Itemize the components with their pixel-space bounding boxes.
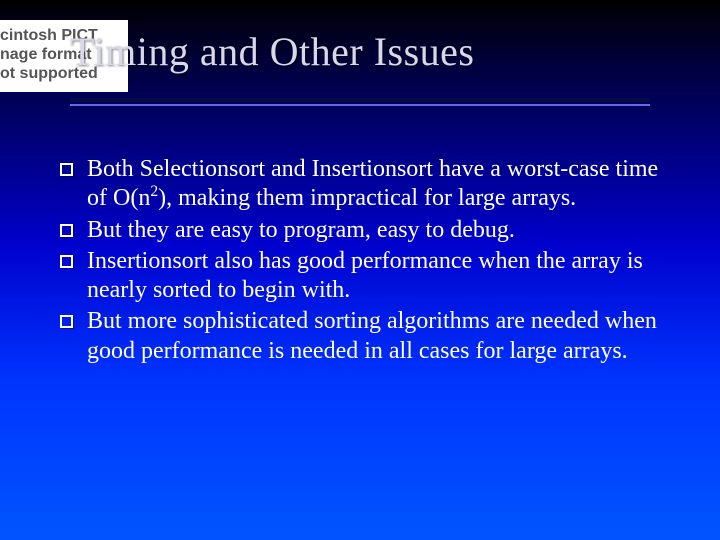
text-pre: But more sophisticated sorting algorithm… [87,308,657,363]
bullet-text: Insertionsort also has good performance … [87,247,675,306]
bullet-square-icon [60,163,73,176]
bullet-square-icon [60,255,73,268]
bullet-text: But they are easy to program, easy to de… [87,216,675,245]
slide-title: Timing and Other Issues [70,28,474,75]
text-post: ), making them impractical for large arr… [158,185,576,211]
text-pre: But they are easy to program, easy to de… [87,217,515,243]
bullet-text: Both Selectionsort and Insertionsort hav… [87,155,675,214]
list-item: Insertionsort also has good performance … [60,247,675,306]
rule-light [70,104,650,106]
bullet-square-icon [60,315,73,328]
title-underline [70,98,650,106]
slide-body: Both Selectionsort and Insertionsort hav… [60,155,675,368]
bullet-text: But more sophisticated sorting algorithm… [87,307,675,366]
bullet-square-icon [60,224,73,237]
list-item: But more sophisticated sorting algorithm… [60,307,675,366]
text-sup: 2 [150,183,158,200]
text-pre: Insertionsort also has good performance … [87,248,643,303]
slide: cintosh PICT nage format ot supported Ti… [0,0,720,540]
list-item: Both Selectionsort and Insertionsort hav… [60,155,675,214]
list-item: But they are easy to program, easy to de… [60,216,675,245]
rule-dark [70,98,650,102]
